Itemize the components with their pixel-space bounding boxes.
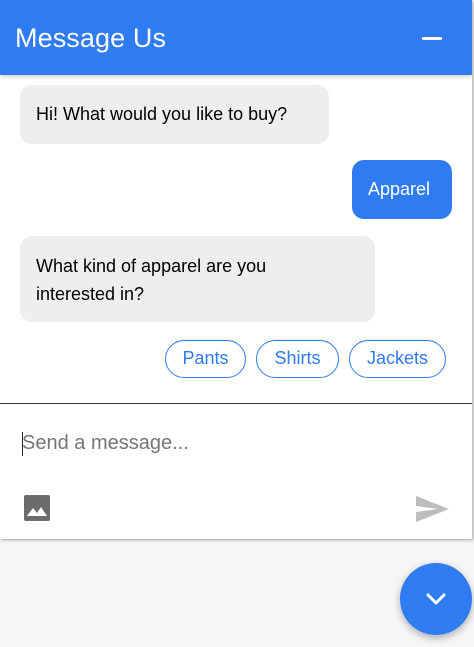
send-button[interactable] — [412, 492, 452, 526]
quick-reply-jackets[interactable]: Jackets — [349, 340, 446, 378]
message-text: interested in? — [36, 284, 145, 304]
quick-reply-shirts[interactable]: Shirts — [256, 340, 339, 378]
header-title: Message Us — [15, 23, 167, 53]
bot-message: Hi! What would you like to buy? — [20, 85, 329, 144]
bot-message: What kind of apparel are you interested … — [20, 236, 375, 322]
message-text: Apparel — [368, 179, 431, 199]
message-composer — [0, 403, 472, 539]
attach-image-button[interactable] — [20, 491, 54, 525]
minimize-icon — [422, 37, 442, 40]
send-icon — [416, 496, 449, 522]
image-icon — [24, 495, 50, 521]
chevron-down-icon — [426, 593, 446, 605]
message-list: Hi! What would you like to buy? Apparel … — [0, 75, 472, 403]
chat-window: Message Us Hi! What would you like to bu… — [0, 0, 472, 539]
user-message: Apparel — [352, 160, 452, 219]
chat-header: Message Us — [0, 0, 472, 75]
message-text: Hi! What would you like to buy? — [36, 104, 288, 124]
message-input[interactable] — [0, 421, 472, 465]
message-text: What kind of apparel are you — [36, 256, 267, 276]
text-caret — [22, 432, 23, 456]
quick-reply-pants[interactable]: Pants — [165, 340, 246, 378]
scroll-down-button[interactable] — [400, 563, 472, 635]
minimize-button[interactable] — [410, 18, 454, 58]
